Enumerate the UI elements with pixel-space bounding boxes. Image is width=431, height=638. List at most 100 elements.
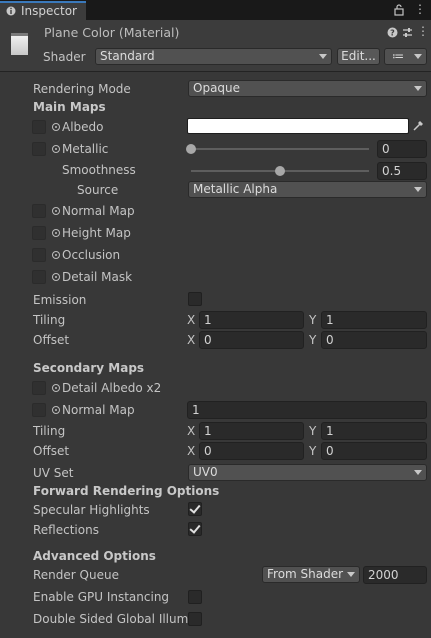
x-axis-label: X	[187, 424, 196, 438]
shader-dropdown[interactable]: Standard	[95, 48, 332, 65]
object-picker-icon[interactable]	[52, 384, 60, 392]
x-axis-label: X	[187, 444, 196, 458]
gpu-instancing-label: Enable GPU Instancing	[33, 590, 170, 604]
info-icon	[6, 6, 16, 16]
eyedropper-icon[interactable]	[412, 119, 425, 132]
secondary-tiling-y-field[interactable]: 1	[321, 422, 427, 440]
render-queue-value-field[interactable]: 2000	[363, 566, 427, 584]
object-picker-icon[interactable]	[52, 406, 60, 414]
chevron-down-icon	[319, 54, 327, 59]
metallic-slider-thumb[interactable]	[186, 144, 196, 154]
edit-shader-button[interactable]: Edit...	[337, 48, 380, 65]
height-map-label: Height Map	[62, 226, 131, 240]
rendering-mode-value: Opaque	[193, 81, 241, 95]
metallic-value-field[interactable]: 0	[377, 140, 427, 158]
secondary-normal-map-texture-slot[interactable]	[32, 403, 46, 417]
secondary-normal-scale-field[interactable]: 1	[187, 401, 427, 419]
emission-label: Emission	[33, 293, 87, 307]
reflections-checkbox[interactable]	[188, 522, 202, 536]
metallic-label: Metallic	[62, 142, 109, 156]
material-header: Plane Color (Material) ? ⋮ Shader Standa…	[0, 20, 431, 72]
tiling-y-field[interactable]: 1	[321, 311, 427, 329]
smoothness-slider-thumb[interactable]	[275, 166, 285, 176]
rendering-mode-dropdown[interactable]: Opaque	[188, 80, 427, 97]
source-dropdown[interactable]: Metallic Alpha	[188, 181, 427, 198]
tab-inspector[interactable]: Inspector	[0, 1, 86, 20]
occlusion-label: Occlusion	[62, 248, 121, 262]
source-value: Metallic Alpha	[193, 182, 278, 196]
object-picker-icon[interactable]	[52, 123, 60, 131]
height-map-texture-slot[interactable]	[32, 226, 46, 240]
rendering-mode-label: Rendering Mode	[33, 82, 131, 96]
tab-bar: Inspector ⋮	[0, 0, 431, 20]
object-picker-icon[interactable]	[52, 251, 60, 259]
svg-text:?: ?	[390, 29, 395, 38]
object-picker-icon[interactable]	[52, 145, 60, 153]
albedo-texture-slot[interactable]	[32, 120, 46, 134]
y-axis-label: Y	[309, 333, 317, 347]
y-axis-label: Y	[309, 444, 317, 458]
component-menu-icon[interactable]: ⋮	[417, 24, 429, 38]
secondary-offset-y-field[interactable]: 0	[321, 442, 427, 460]
secondary-offset-label: Offset	[33, 444, 70, 458]
double-sided-gi-checkbox[interactable]	[188, 612, 202, 626]
double-sided-gi-label: Double Sided Global Illumin	[33, 612, 200, 626]
specular-highlights-label: Specular Highlights	[33, 503, 150, 517]
tiling-x-field[interactable]: 1	[199, 311, 304, 329]
advanced-options-heading: Advanced Options	[33, 549, 156, 563]
uv-set-dropdown[interactable]: UV0	[188, 464, 427, 481]
render-queue-mode-value: From Shader	[267, 567, 344, 581]
list-icon: ≔	[392, 49, 404, 63]
presets-icon[interactable]	[402, 27, 413, 38]
x-axis-label: X	[187, 333, 196, 347]
x-axis-label: X	[187, 313, 196, 327]
albedo-label: Albedo	[62, 120, 104, 134]
lock-icon[interactable]	[394, 4, 404, 16]
secondary-tiling-label: Tiling	[33, 424, 66, 438]
uv-set-label: UV Set	[33, 466, 74, 480]
y-axis-label: Y	[309, 313, 317, 327]
offset-x-field[interactable]: 0	[199, 331, 304, 349]
chevron-down-icon	[414, 54, 422, 59]
metallic-slider-track[interactable]	[191, 148, 369, 150]
detail-albedo-texture-slot[interactable]	[32, 381, 46, 395]
albedo-color-field[interactable]	[187, 118, 409, 134]
emission-checkbox[interactable]	[188, 292, 202, 306]
normal-map-label: Normal Map	[62, 204, 135, 218]
shader-menu-dropdown[interactable]: ≔	[384, 48, 427, 65]
specular-highlights-checkbox[interactable]	[188, 502, 202, 516]
help-icon[interactable]: ?	[387, 27, 398, 38]
offset-y-field[interactable]: 0	[321, 331, 427, 349]
offset-label: Offset	[33, 333, 70, 347]
tab-label: Inspector	[21, 4, 77, 18]
render-queue-label: Render Queue	[33, 568, 119, 582]
secondary-maps-heading: Secondary Maps	[33, 361, 145, 375]
secondary-offset-x-field[interactable]: 0	[199, 442, 304, 460]
secondary-tiling-x-field[interactable]: 1	[199, 422, 304, 440]
normal-map-texture-slot[interactable]	[32, 204, 46, 218]
smoothness-value-field[interactable]: 0.5	[377, 162, 427, 180]
object-picker-icon[interactable]	[52, 207, 60, 215]
material-title: Plane Color (Material)	[44, 25, 180, 40]
tiling-label: Tiling	[33, 313, 66, 327]
object-picker-icon[interactable]	[52, 229, 60, 237]
render-queue-mode-dropdown[interactable]: From Shader	[262, 566, 360, 583]
occlusion-texture-slot[interactable]	[32, 248, 46, 262]
chevron-down-icon	[414, 470, 422, 475]
y-axis-label: Y	[309, 424, 317, 438]
source-label: Source	[77, 183, 119, 197]
detail-albedo-label: Detail Albedo x2	[62, 381, 162, 395]
shader-value: Standard	[100, 49, 155, 63]
main-maps-heading: Main Maps	[33, 100, 106, 114]
more-options-icon[interactable]: ⋮	[414, 2, 426, 16]
forward-rendering-heading: Forward Rendering Options	[33, 484, 220, 498]
detail-mask-texture-slot[interactable]	[32, 270, 46, 284]
secondary-normal-map-label: Normal Map	[62, 403, 135, 417]
gpu-instancing-checkbox[interactable]	[188, 590, 202, 604]
object-picker-icon[interactable]	[52, 273, 60, 281]
smoothness-label: Smoothness	[62, 163, 136, 177]
metallic-texture-slot[interactable]	[32, 142, 46, 156]
chevron-down-icon	[347, 572, 355, 577]
detail-mask-label: Detail Mask	[62, 270, 133, 284]
chevron-down-icon	[414, 86, 422, 91]
